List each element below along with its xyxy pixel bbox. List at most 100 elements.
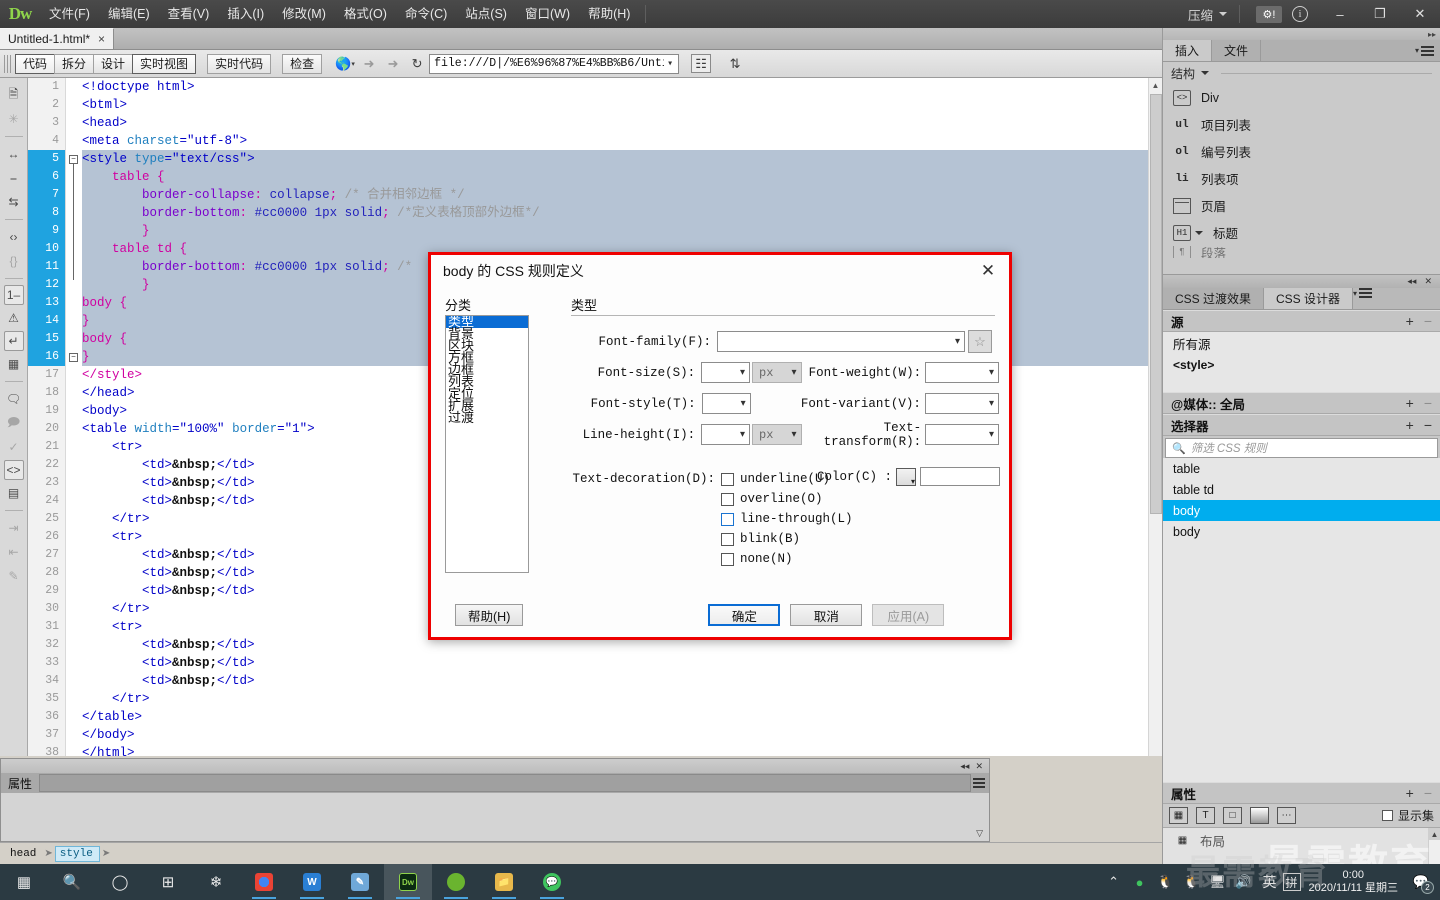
checkbox-line-through[interactable] bbox=[721, 512, 734, 526]
panel-menu-icon[interactable] bbox=[1353, 288, 1373, 298]
code-line[interactable]: </body> bbox=[82, 726, 1162, 744]
text-transform-select[interactable]: ▾ bbox=[925, 424, 999, 445]
code-fold-toggle-2[interactable]: − bbox=[69, 353, 78, 362]
taskbar-clock[interactable]: 0:00 2020/11/11 星期三 bbox=[1301, 869, 1406, 895]
line-number[interactable]: 15 bbox=[28, 330, 65, 348]
tab-files[interactable]: 文件 bbox=[1212, 40, 1262, 61]
grid-view-icon[interactable]: ☷ bbox=[691, 54, 712, 73]
remove-media-button[interactable]: − bbox=[1424, 396, 1432, 410]
code-line[interactable]: </html> bbox=[82, 744, 1162, 756]
dock-collapse-strip[interactable]: ▸▸ bbox=[1163, 28, 1440, 40]
code-line[interactable]: <td>&nbsp;</td> bbox=[82, 672, 1162, 690]
menu-edit[interactable]: 编辑(E) bbox=[99, 0, 159, 28]
properties-panel-titlebar[interactable]: ◂◂ ✕ bbox=[1, 759, 989, 773]
qq-pink-icon[interactable]: 🐧 bbox=[1179, 864, 1205, 900]
scrollbar-thumb[interactable] bbox=[1150, 94, 1162, 514]
selector-item-body[interactable]: body bbox=[1163, 521, 1440, 542]
line-number[interactable]: 22 bbox=[28, 456, 65, 474]
category-item-transition[interactable]: 过渡 bbox=[446, 411, 528, 424]
chrome-icon[interactable] bbox=[240, 864, 288, 900]
line-number[interactable]: 20 bbox=[28, 420, 65, 438]
more-icon[interactable]: ⋯ bbox=[1277, 807, 1296, 824]
close-button[interactable]: ✕ bbox=[1400, 0, 1440, 28]
expand-icon[interactable]: ▽ bbox=[976, 828, 983, 839]
line-number[interactable]: 17 bbox=[28, 366, 65, 384]
code-fold-toggle[interactable]: − bbox=[69, 155, 78, 164]
add-media-button[interactable]: + bbox=[1406, 396, 1414, 410]
ime-language-icon[interactable]: 英 bbox=[1257, 864, 1283, 900]
layout-icon[interactable]: ▦ bbox=[1169, 807, 1188, 824]
menu-file[interactable]: 文件(F) bbox=[40, 0, 99, 28]
line-number[interactable]: 32 bbox=[28, 636, 65, 654]
font-style-select[interactable]: ▾ bbox=[701, 393, 751, 414]
url-input[interactable]: file:///D|/%E6%96%87%E4%BB%B6/Untitled ▾ bbox=[429, 53, 680, 74]
line-number[interactable]: 33 bbox=[28, 654, 65, 672]
checkbox-overline[interactable] bbox=[721, 492, 734, 506]
line-number[interactable]: 16 bbox=[28, 348, 65, 366]
decoration-option-blink[interactable]: blink(B) bbox=[721, 529, 853, 549]
line-number[interactable]: 4 bbox=[28, 132, 65, 150]
show-set-checkbox-row[interactable]: 显示集 bbox=[1381, 807, 1434, 824]
cortana-icon[interactable]: ◯ bbox=[96, 864, 144, 900]
menu-commands[interactable]: 命令(C) bbox=[396, 0, 456, 28]
menu-window[interactable]: 窗口(W) bbox=[516, 0, 579, 28]
line-numbers-icon[interactable]: 1‒ bbox=[3, 285, 24, 305]
move-css-icon[interactable]: ▤ bbox=[3, 482, 25, 504]
task-view-icon[interactable]: ⊞ bbox=[144, 864, 192, 900]
outdent-icon[interactable]: ⇤ bbox=[3, 541, 25, 563]
checkbox-none[interactable] bbox=[721, 552, 734, 566]
line-number[interactable]: 2 bbox=[28, 96, 65, 114]
source-item-style[interactable]: <style> bbox=[1163, 354, 1440, 376]
syntax-color-icon[interactable]: ▦ bbox=[3, 353, 25, 375]
remove-source-button[interactable]: − bbox=[1424, 314, 1432, 328]
border-icon[interactable]: □ bbox=[1223, 807, 1242, 824]
code-line[interactable]: <!doctype html> bbox=[82, 78, 1162, 96]
line-height-select[interactable]: ▾ bbox=[701, 424, 750, 445]
line-number[interactable]: 8 bbox=[28, 204, 65, 222]
help-button[interactable]: 帮助(H) bbox=[455, 604, 524, 626]
css-dock-grip[interactable]: ◂◂ ✕ bbox=[1163, 274, 1440, 288]
notification-center-icon[interactable]: 💬 2 bbox=[1406, 864, 1436, 900]
explorer-icon[interactable]: 📁 bbox=[480, 864, 528, 900]
wechat-icon[interactable]: 💬 bbox=[528, 864, 576, 900]
wechat-tray-icon[interactable]: ● bbox=[1127, 864, 1153, 900]
source-item-all[interactable]: 所有源 bbox=[1163, 332, 1440, 354]
panel-menu-icon[interactable] bbox=[973, 778, 985, 788]
line-number[interactable]: 38 bbox=[28, 744, 65, 756]
line-number[interactable]: 37 bbox=[28, 726, 65, 744]
selector-item-body-selected[interactable]: body bbox=[1163, 500, 1440, 521]
expand-all-icon[interactable]: ↔ bbox=[3, 143, 25, 165]
code-vertical-scrollbar[interactable]: ▲ bbox=[1148, 78, 1162, 756]
ime-mode-icon[interactable]: 拼 bbox=[1282, 873, 1301, 891]
font-family-select[interactable]: ▾ bbox=[717, 331, 965, 352]
font-weight-select[interactable]: ▾ bbox=[925, 362, 999, 383]
insert-category-selector[interactable]: 结构 bbox=[1163, 62, 1440, 84]
line-number[interactable]: 36 bbox=[28, 708, 65, 726]
color-input[interactable] bbox=[920, 467, 1001, 486]
format-source-icon[interactable]: ✎ bbox=[3, 565, 25, 587]
network-icon[interactable]: 🖥 bbox=[1205, 864, 1231, 900]
volume-icon[interactable]: 🔊 bbox=[1231, 864, 1257, 900]
globe-icon[interactable]: 🌎 ▾ bbox=[333, 53, 357, 75]
line-number[interactable]: 19 bbox=[28, 402, 65, 420]
checkbox-underline[interactable] bbox=[721, 472, 734, 486]
code-line[interactable]: </table> bbox=[82, 708, 1162, 726]
line-number[interactable]: 30 bbox=[28, 600, 65, 618]
gear-alert-icon[interactable]: ⚙! bbox=[1256, 5, 1282, 23]
decoration-option-none[interactable]: none(N) bbox=[721, 549, 853, 569]
inspect-button[interactable]: 检查 bbox=[282, 53, 323, 74]
font-manager-icon[interactable]: ☆ bbox=[968, 330, 992, 353]
windows-start-icon[interactable]: ▦ bbox=[0, 864, 48, 900]
font-size-unit-select[interactable]: px ▾ bbox=[752, 362, 802, 383]
menu-insert[interactable]: 插入(I) bbox=[218, 0, 273, 28]
close-icon[interactable]: ✕ bbox=[1424, 276, 1432, 287]
line-number[interactable]: 5 bbox=[28, 150, 65, 168]
watermelon-icon[interactable] bbox=[432, 864, 480, 900]
chevron-down-icon[interactable] bbox=[1195, 230, 1203, 235]
wps-icon[interactable]: W bbox=[288, 864, 336, 900]
code-line[interactable]: <head> bbox=[82, 114, 1162, 132]
cancel-button[interactable]: 取消 bbox=[790, 604, 863, 626]
document-tab[interactable]: Untitled-1.html* × bbox=[0, 28, 115, 49]
scroll-up-icon[interactable]: ▲ bbox=[1149, 78, 1162, 92]
show-set-checkbox[interactable] bbox=[1381, 810, 1393, 821]
